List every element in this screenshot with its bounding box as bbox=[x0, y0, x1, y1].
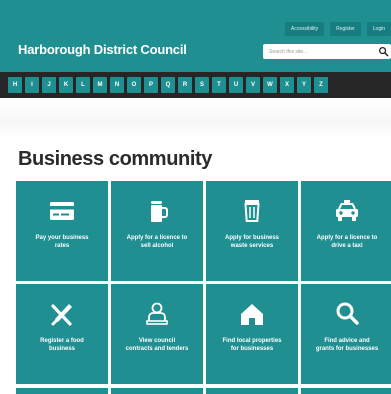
site-title[interactable]: Harborough District Council bbox=[18, 42, 187, 57]
site-header: Accessibility Register Login Harborough … bbox=[0, 0, 391, 72]
tile-partial[interactable] bbox=[301, 388, 391, 394]
az-letter[interactable]: I bbox=[25, 77, 39, 93]
az-letter[interactable]: M bbox=[93, 77, 107, 93]
az-letter[interactable]: U bbox=[229, 77, 243, 93]
magnifier-icon bbox=[336, 302, 359, 325]
tile-label: Apply for a licence to drive a taxi bbox=[316, 235, 378, 249]
tile-label: Apply for a licence to sell alcohol bbox=[126, 235, 188, 249]
search-icon[interactable] bbox=[378, 46, 389, 57]
house-icon bbox=[241, 304, 263, 325]
az-letter[interactable]: N bbox=[110, 77, 124, 93]
waste-bin-icon bbox=[244, 200, 260, 222]
tile-label: Register a food business bbox=[40, 338, 84, 352]
accessibility-link[interactable]: Accessibility bbox=[284, 22, 325, 36]
tile-local-properties[interactable]: Find local properties for businesses bbox=[206, 284, 298, 384]
tile-waste-services[interactable]: Apply for business waste services bbox=[206, 181, 298, 281]
az-letter[interactable]: Y bbox=[297, 77, 311, 93]
az-letter[interactable]: Z bbox=[314, 77, 328, 93]
az-letter[interactable]: P bbox=[144, 77, 158, 93]
cutlery-icon bbox=[51, 304, 72, 326]
az-letter[interactable]: T bbox=[212, 77, 226, 93]
tile-advice-grants[interactable]: Find advice and grants for businesses bbox=[301, 284, 391, 384]
register-link[interactable]: Register bbox=[330, 22, 361, 36]
tile-label: Pay your business rates bbox=[35, 235, 89, 249]
page-title: Business community bbox=[18, 148, 212, 170]
service-tiles: Pay your business rates Apply for a lice… bbox=[16, 181, 391, 384]
tile-label: View council contracts and tenders bbox=[125, 338, 189, 352]
az-letter[interactable]: O bbox=[127, 77, 141, 93]
az-letter[interactable]: Q bbox=[161, 77, 175, 93]
top-links: Accessibility Register Login bbox=[284, 22, 391, 36]
az-letter[interactable]: S bbox=[195, 77, 209, 93]
az-letter[interactable]: L bbox=[76, 77, 90, 93]
az-letter[interactable]: R bbox=[178, 77, 192, 93]
tile-contracts-tenders[interactable]: View council contracts and tenders bbox=[111, 284, 203, 384]
tile-label: Find local properties for businesses bbox=[222, 338, 282, 352]
tile-label: Apply for business waste services bbox=[224, 235, 279, 249]
search-box bbox=[263, 44, 391, 59]
contract-signing-icon bbox=[146, 302, 168, 325]
tile-partial[interactable] bbox=[111, 388, 203, 394]
search-input[interactable] bbox=[263, 48, 371, 55]
az-letter[interactable]: K bbox=[59, 77, 73, 93]
credit-card-icon bbox=[50, 202, 74, 220]
az-letter[interactable]: H bbox=[8, 77, 22, 93]
az-letter[interactable]: V bbox=[246, 77, 260, 93]
tile-partial[interactable] bbox=[206, 388, 298, 394]
az-letter[interactable]: W bbox=[263, 77, 277, 93]
tile-taxi-licence[interactable]: Apply for a licence to drive a taxi bbox=[301, 181, 391, 281]
login-link[interactable]: Login bbox=[366, 22, 391, 36]
az-letter[interactable]: X bbox=[280, 77, 294, 93]
tile-business-rates[interactable]: Pay your business rates bbox=[16, 181, 108, 281]
taxi-icon bbox=[336, 200, 358, 221]
page-spacer bbox=[0, 98, 391, 138]
a-to-z-bar: H I J K L M N O P Q R S T U V W X Y Z bbox=[0, 72, 391, 98]
tile-partial[interactable] bbox=[16, 388, 108, 394]
az-letter[interactable]: J bbox=[42, 77, 56, 93]
tile-alcohol-licence[interactable]: Apply for a licence to sell alcohol bbox=[111, 181, 203, 281]
tile-food-business[interactable]: Register a food business bbox=[16, 284, 108, 384]
tile-label: Find advice and grants for businesses bbox=[315, 338, 379, 352]
beer-mug-icon bbox=[151, 201, 168, 222]
tiles-next-row bbox=[16, 388, 391, 394]
